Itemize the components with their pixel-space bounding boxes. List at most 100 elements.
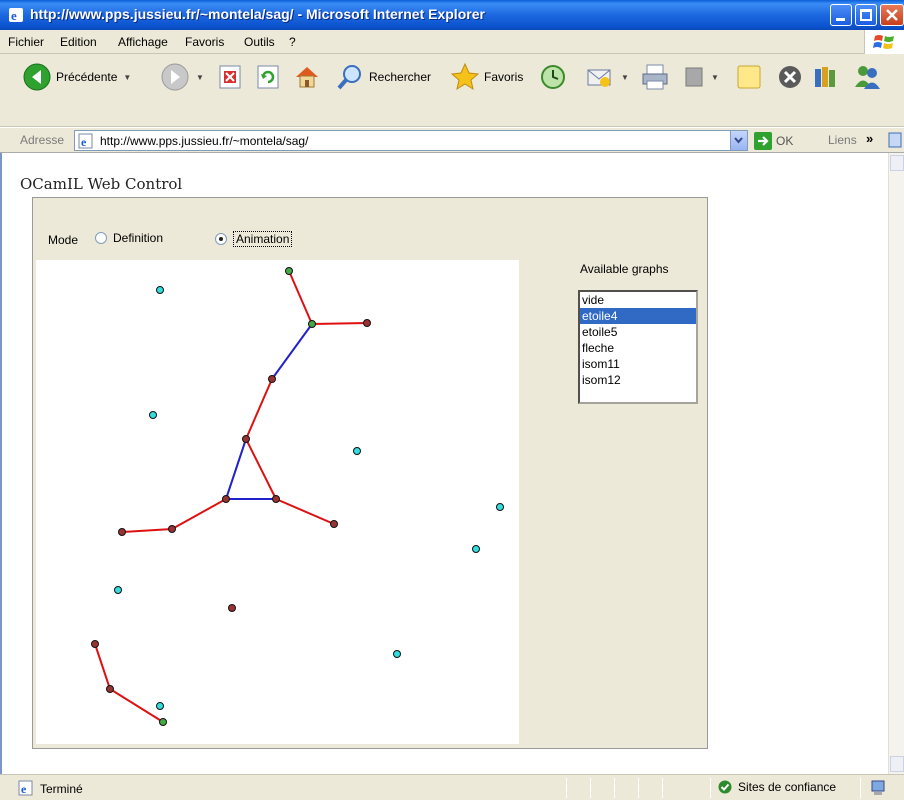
contacts-icon: [855, 66, 880, 89]
graph-node[interactable]: [393, 650, 401, 658]
stop-button[interactable]: [218, 59, 242, 95]
graph-node[interactable]: [168, 525, 176, 533]
graph-list-item[interactable]: isom12: [580, 372, 696, 388]
status-page-icon: e: [18, 780, 33, 796]
forward-dropdown-icon[interactable]: ▼: [196, 73, 204, 82]
back-label: Précédente: [56, 70, 118, 84]
applet-panel: Mode Definition Animation Available grap…: [32, 197, 708, 749]
graph-node[interactable]: [118, 528, 126, 536]
svg-text:e: e: [81, 135, 87, 149]
address-dropdown-button[interactable]: [730, 131, 747, 150]
mode-label: Mode: [48, 233, 79, 247]
printer-icon: [642, 64, 668, 90]
graph-edge: [171, 498, 227, 530]
back-dropdown-icon[interactable]: ▼: [123, 73, 131, 82]
graph-node[interactable]: [222, 495, 230, 503]
graph-node[interactable]: [228, 604, 236, 612]
window-title: http://www.pps.jussieu.fr/~montela/sag/ …: [30, 6, 485, 22]
close-button[interactable]: [880, 4, 904, 26]
menu-help[interactable]: ?: [289, 35, 296, 49]
graph-edge: [245, 378, 273, 440]
menu-affichage[interactable]: Affichage: [118, 35, 168, 49]
graph-list-item[interactable]: vide: [580, 292, 696, 308]
graph-node[interactable]: [272, 495, 280, 503]
go-button[interactable]: OK: [754, 130, 814, 151]
menu-edition[interactable]: Edition: [60, 35, 97, 49]
status-divider: [614, 778, 615, 798]
radio-animation[interactable]: [215, 233, 227, 245]
status-divider: [860, 778, 861, 798]
graph-list-item[interactable]: isom11: [580, 356, 696, 372]
search-label: Rechercher: [369, 70, 432, 84]
menu-favoris[interactable]: Favoris: [185, 35, 224, 49]
back-arrow-icon: [23, 63, 51, 91]
edit-button[interactable]: ▼: [683, 59, 719, 95]
forward-button[interactable]: ▼: [160, 59, 204, 95]
notes-button[interactable]: [735, 59, 763, 95]
links-label[interactable]: Liens: [828, 133, 857, 147]
graph-node[interactable]: [149, 411, 157, 419]
maximize-button[interactable]: [855, 4, 877, 26]
menu-outils[interactable]: Outils: [244, 35, 275, 49]
graph-list-item[interactable]: etoile5: [580, 324, 696, 340]
graph-svg[interactable]: [36, 260, 535, 744]
search-button[interactable]: Rechercher: [335, 59, 431, 95]
address-input[interactable]: e http://www.pps.jussieu.fr/~montela/sag…: [74, 130, 748, 151]
graph-node[interactable]: [472, 545, 480, 553]
links-folder-icon[interactable]: [888, 131, 902, 149]
mode-animation-radio[interactable]: Animation: [215, 231, 293, 247]
scroll-down-button[interactable]: [890, 756, 904, 772]
graph-canvas[interactable]: [36, 260, 535, 744]
graph-node[interactable]: [114, 586, 122, 594]
research-button[interactable]: [812, 59, 840, 95]
menu-fichier[interactable]: Fichier: [8, 35, 44, 49]
graph-node[interactable]: [156, 702, 164, 710]
windows-flag-icon: [873, 35, 894, 49]
security-zone-label: Sites de confiance: [738, 780, 837, 794]
links-chevron-icon[interactable]: »: [866, 131, 873, 146]
menu-bar: Fichier Edition Affichage Favoris Outils…: [0, 30, 904, 54]
back-button[interactable]: Précédente ▼: [22, 59, 131, 95]
graphs-listbox[interactable]: vide etoile4 etoile5 fleche isom11 isom12: [578, 290, 698, 404]
go-arrow-icon: [754, 131, 772, 150]
graph-node[interactable]: [285, 267, 293, 275]
minimize-button[interactable]: [830, 4, 852, 26]
favorites-button[interactable]: Favoris: [450, 59, 523, 95]
graph-node[interactable]: [91, 640, 99, 648]
star-icon: [450, 62, 480, 91]
available-graphs-title: Available graphs: [580, 262, 669, 276]
computer-icon: [871, 780, 885, 795]
print-button[interactable]: [640, 59, 670, 95]
refresh-button[interactable]: [256, 59, 280, 95]
address-url: http://www.pps.jussieu.fr/~montela/sag/: [100, 134, 309, 148]
scroll-up-button[interactable]: [890, 155, 904, 171]
graph-node[interactable]: [363, 319, 371, 327]
contacts-button[interactable]: [852, 59, 882, 95]
graph-list-item[interactable]: etoile4: [580, 308, 696, 324]
graph-node[interactable]: [353, 447, 361, 455]
graph-edge: [311, 322, 368, 325]
graph-node[interactable]: [496, 503, 504, 511]
graph-edge: [288, 270, 313, 325]
radio-definition[interactable]: [95, 232, 107, 244]
status-divider: [638, 778, 639, 798]
messenger-button[interactable]: [776, 59, 804, 95]
history-button[interactable]: [538, 59, 568, 95]
graph-node[interactable]: [159, 718, 167, 726]
mode-row: Mode: [48, 231, 78, 249]
graph-list-item[interactable]: fleche: [580, 340, 696, 356]
graph-node[interactable]: [106, 685, 114, 693]
edit-dropdown-icon[interactable]: ▼: [711, 73, 719, 82]
mode-definition-radio[interactable]: Definition: [95, 231, 163, 245]
graph-node[interactable]: [308, 320, 316, 328]
mail-dropdown-icon[interactable]: ▼: [621, 73, 629, 82]
graph-node[interactable]: [268, 375, 276, 383]
mail-button[interactable]: ▼: [585, 59, 629, 95]
graph-node[interactable]: [242, 435, 250, 443]
graph-node[interactable]: [330, 520, 338, 528]
vertical-scrollbar[interactable]: [888, 153, 904, 774]
home-button[interactable]: [293, 59, 321, 95]
security-zone[interactable]: Sites de confiance: [718, 780, 836, 794]
chevron-down-icon: [734, 137, 743, 144]
graph-node[interactable]: [156, 286, 164, 294]
